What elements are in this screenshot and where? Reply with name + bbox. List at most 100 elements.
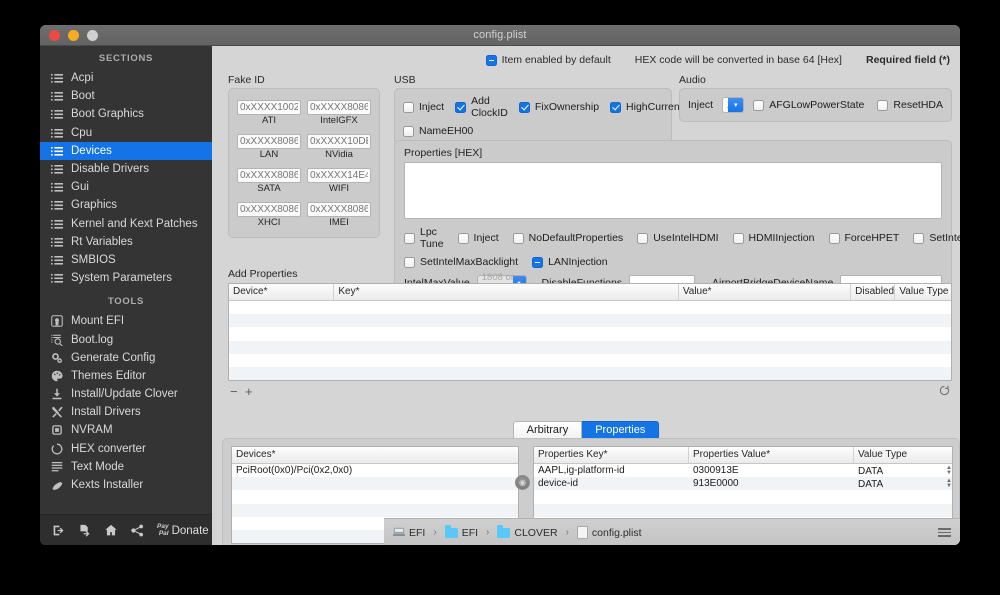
properties-cell-key: AAPL,ig-platform-id <box>538 465 625 476</box>
sidebar-tool-mount-efi[interactable]: Mount EFI <box>40 312 212 330</box>
fake-id-input-nvidia[interactable] <box>307 134 371 149</box>
sidebar-tool-generate-config[interactable]: Generate Config <box>40 349 212 367</box>
link-target-icon[interactable]: ◉ <box>515 475 530 490</box>
prophex-checkbox-useintelhdmi[interactable]: UseIntelHDMI <box>637 226 719 250</box>
sidebar-item-boot[interactable]: Boot <box>40 87 212 105</box>
sidebar-item-devices[interactable]: Devices <box>40 141 212 160</box>
fake-id-input-wifi[interactable] <box>307 168 371 183</box>
add-properties-col-device-[interactable]: Device* <box>229 284 335 300</box>
sidebar-item-acpi[interactable]: Acpi <box>40 69 212 87</box>
add-properties-col-value-[interactable]: Value* <box>679 284 852 300</box>
devices-row[interactable]: PciRoot(0x0)/Pci(0x2,0x0) <box>232 464 518 477</box>
add-properties-empty-row[interactable] <box>229 301 951 314</box>
prophex-checkbox-setintelmaxbacklight[interactable]: SetIntelMaxBacklight <box>404 256 518 268</box>
usb-checkbox-add-clockid[interactable]: Add ClockID <box>455 95 508 119</box>
properties-col-value-type[interactable]: Value Type <box>854 447 952 463</box>
add-properties-remove-button[interactable]: − <box>230 384 241 399</box>
fake-id-label: NVidia <box>325 149 353 160</box>
checkbox-icon <box>732 232 744 244</box>
reset-circle-icon[interactable] <box>939 383 950 401</box>
checkbox-label: ForceHPET <box>844 232 900 244</box>
properties-hex-textarea[interactable] <box>404 162 942 219</box>
add-properties-col-disabled[interactable]: Disabled <box>851 284 896 300</box>
prophex-checkbox-setintelbacklight[interactable]: SetIntelBacklight <box>913 226 960 250</box>
sidebar-tool-text-mode[interactable]: Text Mode <box>40 458 212 476</box>
sidebar-item-gui[interactable]: Gui <box>40 178 212 196</box>
properties-col-properties-key-[interactable]: Properties Key* <box>534 447 689 463</box>
sidebar-item-system-parameters[interactable]: System Parameters <box>40 269 212 287</box>
fake-id-label: IMEI <box>329 217 349 228</box>
devices-empty-row[interactable] <box>232 503 518 517</box>
checkbox-label: ResetHDA <box>893 99 943 111</box>
usb-checkbox-highcurrent[interactable]: HighCurrent <box>610 95 683 119</box>
add-properties-empty-row[interactable] <box>229 340 951 354</box>
import-arrow-icon[interactable] <box>52 524 65 537</box>
sidebar-item-smbios[interactable]: SMBIOS <box>40 251 212 269</box>
checkbox-icon <box>637 232 649 244</box>
sidebar-tool-install-update-clover[interactable]: Install/Update Clover <box>40 385 212 403</box>
sidebar-item-cpu[interactable]: Cpu <box>40 124 212 142</box>
properties-empty-row[interactable] <box>534 490 952 503</box>
usb-checkbox-nameeh00[interactable]: NameEH00 <box>403 125 473 137</box>
add-properties-empty-row[interactable] <box>229 354 951 367</box>
fake-id-input-lan[interactable] <box>237 134 301 149</box>
sidebar-item-boot-graphics[interactable]: Boot Graphics <box>40 105 212 123</box>
sidebar-tool-kexts-installer[interactable]: Kexts Installer <box>40 476 212 494</box>
sidebar-item-graphics[interactable]: Graphics <box>40 196 212 214</box>
sidebar-item-disable-drivers[interactable]: Disable Drivers <box>40 160 212 178</box>
sidebar-tool-label: Install/Update Clover <box>71 388 178 401</box>
disk-mount-icon <box>50 315 64 328</box>
devices-empty-row[interactable] <box>232 490 518 503</box>
devices-col-devices-[interactable]: Devices* <box>232 447 518 463</box>
properties-row[interactable]: AAPL,ig-platform-id 0300913E DATA ▲ ▼ <box>534 464 952 477</box>
usb-checkbox-inject[interactable]: Inject <box>403 95 444 119</box>
breadcrumb-item-clover[interactable]: CLOVER <box>497 525 558 539</box>
add-properties-empty-row[interactable] <box>229 314 951 328</box>
list-icon <box>50 72 64 84</box>
sidebar-item-kernel-and-kext-patches[interactable]: Kernel and Kext Patches <box>40 215 212 233</box>
devices-empty-row[interactable] <box>232 477 518 491</box>
add-properties-empty-row[interactable] <box>229 327 951 340</box>
breadcrumb-item-efi[interactable]: EFI <box>444 525 478 539</box>
properties-empty-row[interactable] <box>534 503 952 517</box>
checkbox-icon <box>403 125 414 137</box>
home-icon[interactable] <box>104 524 118 537</box>
audio-inject-select[interactable]: 2 ▾ <box>722 97 745 113</box>
fake-id-input-imei[interactable] <box>307 202 371 217</box>
prophex-checkbox-lpc-tune[interactable]: Lpc Tune <box>404 226 444 250</box>
fake-id-input-xhci[interactable] <box>237 202 301 217</box>
prophex-checkbox-forcehpet[interactable]: ForceHPET <box>828 226 900 250</box>
sidebar-tool-hex-converter[interactable]: HEX converter <box>40 440 212 458</box>
breadcrumb-item-efi[interactable]: EFI <box>393 526 425 540</box>
sidebar-tool-themes-editor[interactable]: Themes Editor <box>40 367 212 385</box>
add-properties-col-value-type[interactable]: Value Type <box>895 284 951 300</box>
audio-checkbox-resethda[interactable]: ResetHDA <box>877 99 943 111</box>
audio-checkbox-afglowpowerstate[interactable]: AFGLowPowerState <box>753 99 864 111</box>
properties-col-properties-value-[interactable]: Properties Value* <box>689 447 854 463</box>
breadcrumb-item-config-plist[interactable]: config.plist <box>576 526 642 539</box>
share-icon[interactable] <box>131 524 144 537</box>
add-properties-empty-row[interactable] <box>229 366 951 381</box>
hamburger-icon[interactable] <box>938 528 951 537</box>
prophex-checkbox-inject[interactable]: Inject <box>457 226 499 250</box>
prophex-checkbox-laninjection[interactable]: LANInjection <box>532 256 608 268</box>
donate-button[interactable]: Pay Pal Donate <box>157 523 209 537</box>
prophex-checkbox-nodefaultproperties[interactable]: NoDefaultProperties <box>512 226 623 250</box>
properties-row[interactable]: device-id 913E0000 DATA ▲ ▼ <box>534 477 952 491</box>
checkbox-icon <box>610 101 622 113</box>
fake-id-input-intelgfx[interactable] <box>307 100 371 115</box>
sidebar-tool-install-drivers[interactable]: Install Drivers <box>40 403 212 421</box>
sidebar-item-rt-variables[interactable]: Rt Variables <box>40 233 212 251</box>
add-properties-add-button[interactable]: + <box>245 384 256 399</box>
stepper-icon[interactable]: ▲ ▼ <box>946 478 952 489</box>
usb-checkbox-fixownership[interactable]: FixOwnership <box>518 95 599 119</box>
export-doc-icon[interactable] <box>78 524 91 537</box>
sidebar-tool-boot-log[interactable]: Boot.log <box>40 330 212 348</box>
stepper-icon[interactable]: ▲ ▼ <box>946 465 952 476</box>
fake-id-input-ati[interactable] <box>237 100 301 115</box>
fake-id-input-sata[interactable] <box>237 168 301 183</box>
add-properties-col-key-[interactable]: Key* <box>334 284 679 300</box>
prophex-checkbox-hdmiinjection[interactable]: HDMIInjection <box>732 226 815 250</box>
sidebar-tool-nvram[interactable]: NVRAM <box>40 421 212 439</box>
properties-hex-title: Properties [HEX] <box>404 147 483 159</box>
